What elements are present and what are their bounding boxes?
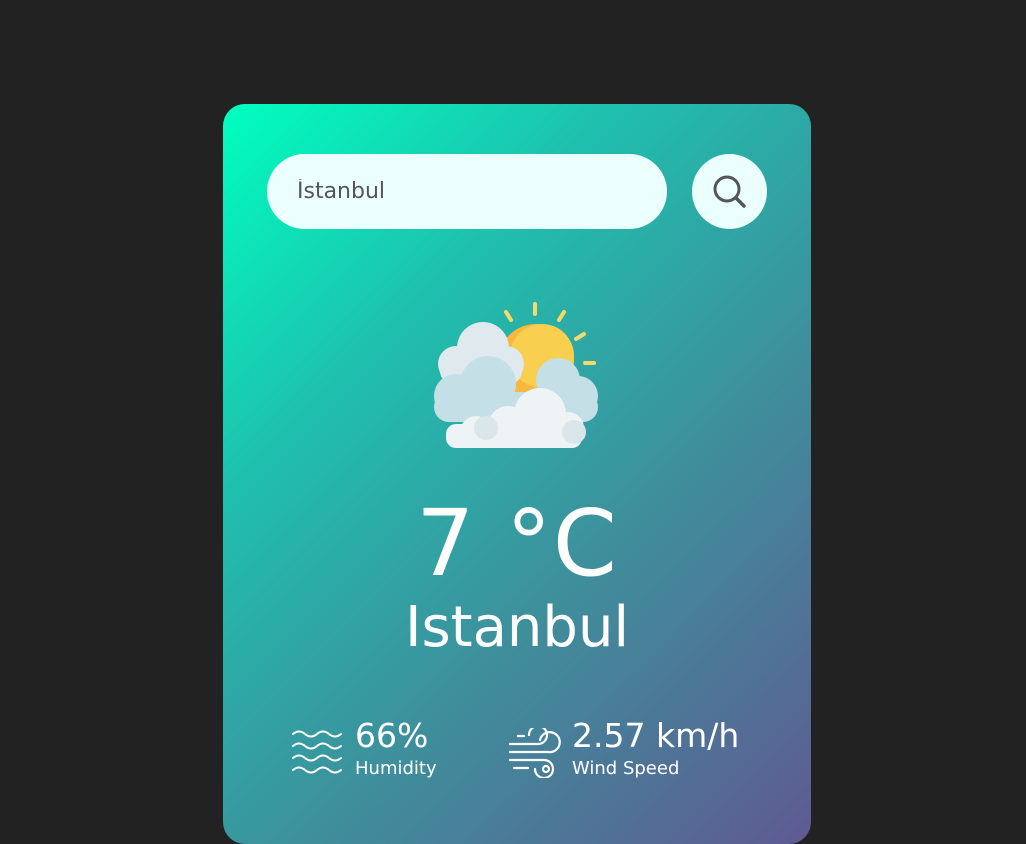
partly-cloudy-icon xyxy=(434,302,598,448)
humidity-text: 66% Humidity xyxy=(355,716,437,780)
search-icon xyxy=(713,175,746,208)
humidity-label: Humidity xyxy=(355,758,437,779)
search-button[interactable] xyxy=(692,154,767,229)
wind-detail: 2.57 km/h Wind Speed xyxy=(508,716,739,780)
wind-value: 2.57 km/h xyxy=(572,716,740,755)
wind-label: Wind Speed xyxy=(572,758,680,779)
city-search-input[interactable] xyxy=(267,154,667,229)
temperature: 7 °C xyxy=(415,490,618,597)
city-name: Istanbul xyxy=(404,595,630,660)
weather-card: 7 °C Istanbul 66% Humidity xyxy=(223,104,811,844)
wind-text: 2.57 km/h Wind Speed xyxy=(572,716,739,780)
wind-icon xyxy=(508,728,561,778)
search-bar xyxy=(267,154,767,229)
humidity-value: 66% xyxy=(355,716,429,755)
waves-icon xyxy=(292,730,342,774)
weather-details: 66% Humidity 2.57 km/h Wind Speed xyxy=(223,716,811,786)
humidity-detail: 66% Humidity xyxy=(291,716,437,780)
